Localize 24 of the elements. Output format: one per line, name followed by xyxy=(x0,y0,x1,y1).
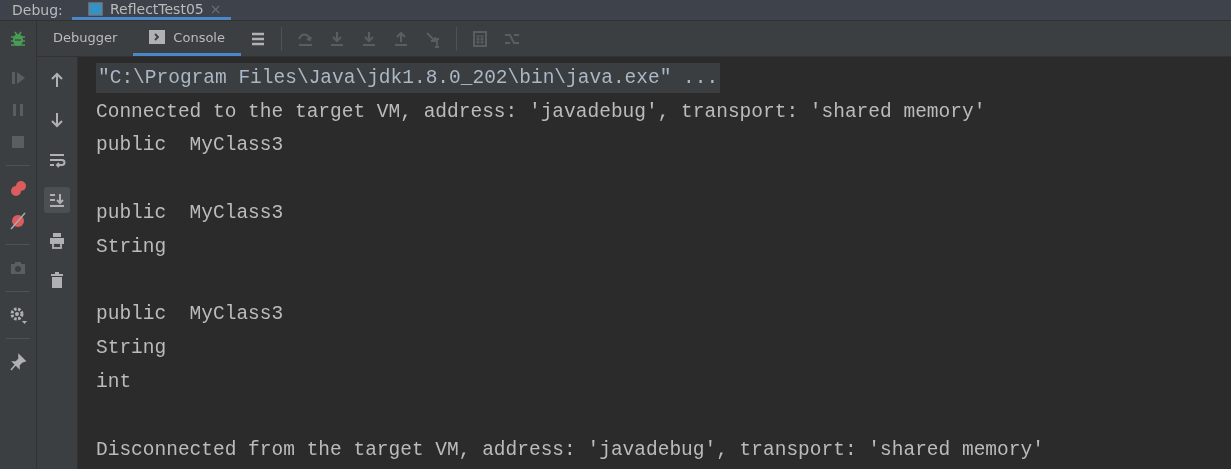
console-icon xyxy=(149,30,166,44)
debugger-tab[interactable]: Debugger xyxy=(37,21,134,56)
trash-icon xyxy=(48,271,66,289)
console-line: public MyClass3 xyxy=(96,302,284,328)
printer-icon xyxy=(48,231,66,249)
console-tab[interactable]: Console xyxy=(133,21,241,56)
console-line: public MyClass3 xyxy=(96,133,284,159)
soft-wrap-icon xyxy=(48,151,66,169)
console-line: public MyClass3 xyxy=(96,201,284,227)
window-icon xyxy=(88,1,104,16)
console-line: String xyxy=(96,336,167,362)
down-arrow-icon xyxy=(48,111,66,129)
breakpoints-icon[interactable] xyxy=(9,180,27,198)
bug-icon xyxy=(9,30,27,48)
console-line: int xyxy=(96,370,132,396)
panel-label: Debug: xyxy=(12,2,64,18)
scroll-to-end-icon xyxy=(48,191,66,209)
console-line: Disconnected from the target VM, address: 'javadebug', transport: 'shared memory' xyxy=(96,437,1044,463)
mute-breakpoints-icon[interactable] xyxy=(9,212,27,230)
settings-icon[interactable] xyxy=(9,306,27,324)
scroll-to-end-button[interactable] xyxy=(44,187,70,213)
console-line: String xyxy=(96,234,167,260)
pin-icon[interactable] xyxy=(9,353,27,371)
console-line: Connected to the target VM, address: 'javadebug', transport: 'shared memory' xyxy=(96,99,986,125)
